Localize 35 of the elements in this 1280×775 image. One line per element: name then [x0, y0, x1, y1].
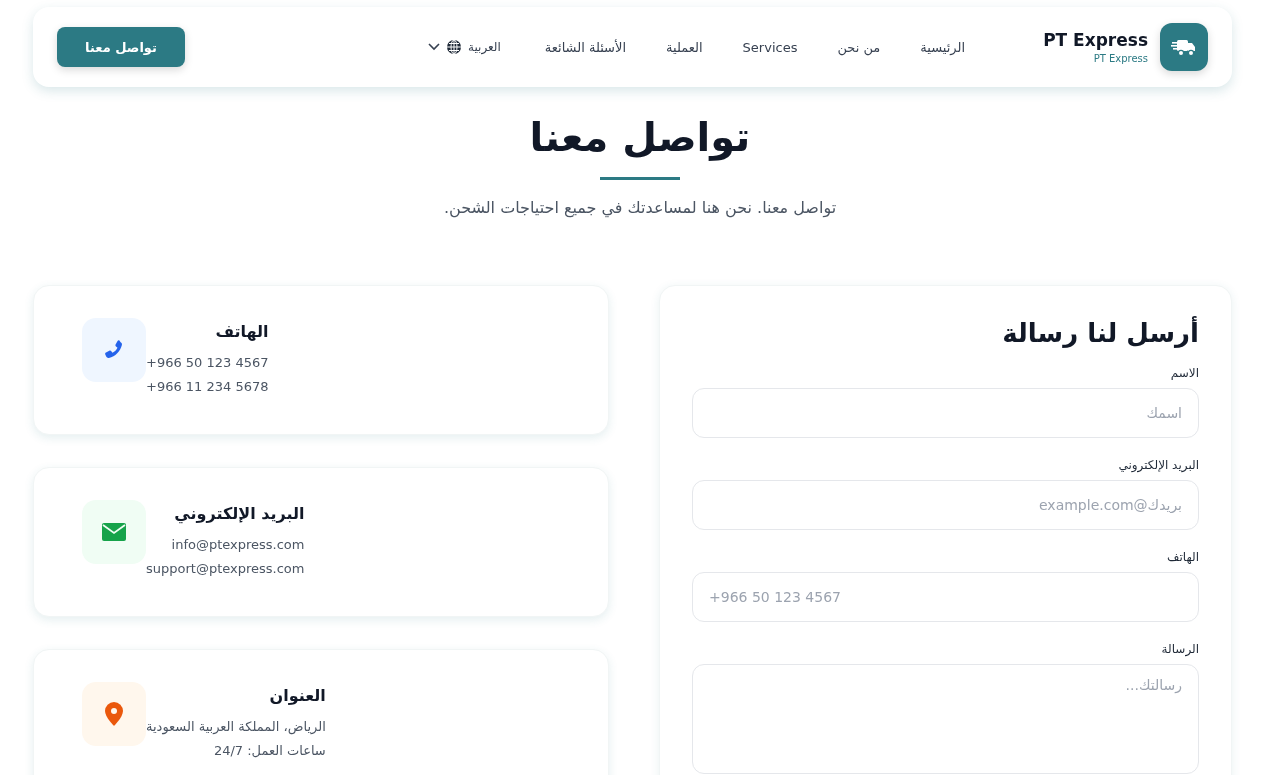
input-field[interactable]: اسمك [692, 388, 1199, 438]
form-title: أرسل لنا رسالة [1001, 318, 1199, 348]
info-line: +966 50 123 4567 [146, 354, 269, 372]
page-subtitle: تواصل معنا. نحن هنا لمساعدتك في جميع احتياجات الشحن. [443, 198, 837, 217]
info-line: info@ptexpress.com [171, 536, 305, 554]
message-field[interactable]: رسالتك... [692, 664, 1199, 774]
brand-name: PT Express [1043, 30, 1148, 50]
input-field[interactable]: بريدك@example.com [692, 480, 1199, 530]
nav-link[interactable]: Services [742, 39, 798, 55]
info-title: العنوان [269, 686, 326, 705]
phone-icon [82, 318, 146, 382]
info-title: البريد الإلكتروني [174, 504, 305, 523]
field-label: الاسم [1169, 366, 1199, 380]
map-pin-icon [82, 682, 146, 746]
phone-field[interactable]: +966 50 123 4567 [692, 572, 1199, 622]
page-title: تواصل معنا [529, 113, 751, 161]
field-label: الهاتف [1166, 550, 1199, 564]
nav-link[interactable]: الرئيسية [920, 39, 966, 55]
field-label: البريد الإلكتروني [1117, 458, 1199, 472]
globe-icon[interactable] [446, 39, 462, 55]
info-line: +966 11 234 5678 [146, 378, 269, 396]
language-selector[interactable]: العربية [468, 40, 501, 54]
truck-icon[interactable] [1160, 23, 1208, 71]
info-line: ساعات العمل: 24/7 [213, 742, 326, 760]
envelope-icon [82, 500, 146, 564]
info-line: support@ptexpress.com [146, 560, 305, 578]
nav-link[interactable]: من نحن [837, 39, 881, 55]
nav-link[interactable]: العملية [666, 39, 703, 55]
contact-button[interactable]: تواصل معنا [57, 27, 185, 67]
info-title: الهاتف [215, 322, 269, 341]
brand-tagline: PT Express [1093, 53, 1148, 64]
chevron-down-icon[interactable] [428, 43, 440, 51]
nav-link[interactable]: الأسئلة الشائعة [544, 39, 627, 55]
field-label: الرسالة [1160, 642, 1199, 656]
info-line: الرياض، المملكة العربية السعودية [146, 718, 326, 737]
